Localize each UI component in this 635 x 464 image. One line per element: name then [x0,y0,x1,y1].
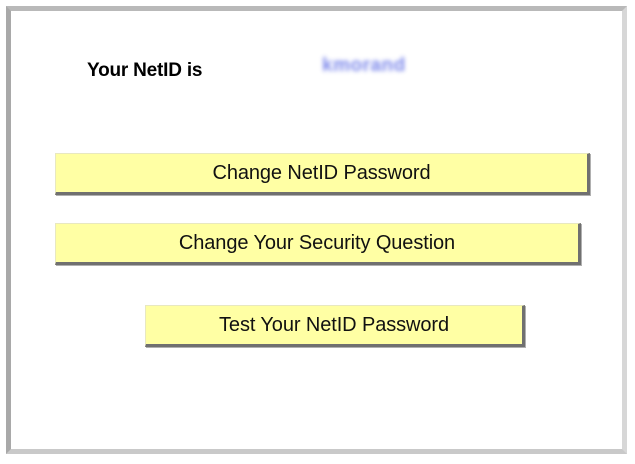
test-netid-password-label: Test Your NetID Password [219,313,449,336]
test-netid-password-button[interactable]: Test Your NetID Password [145,305,525,347]
change-netid-password-label: Change NetID Password [212,161,431,184]
netid-label: Your NetID is [87,60,203,81]
change-netid-password-button[interactable]: Change NetID Password [55,153,590,195]
change-security-question-label: Change Your Security Question [178,231,456,254]
netid-value: kmorand [322,55,406,76]
change-security-question-button[interactable]: Change Your Security Question [55,223,581,265]
